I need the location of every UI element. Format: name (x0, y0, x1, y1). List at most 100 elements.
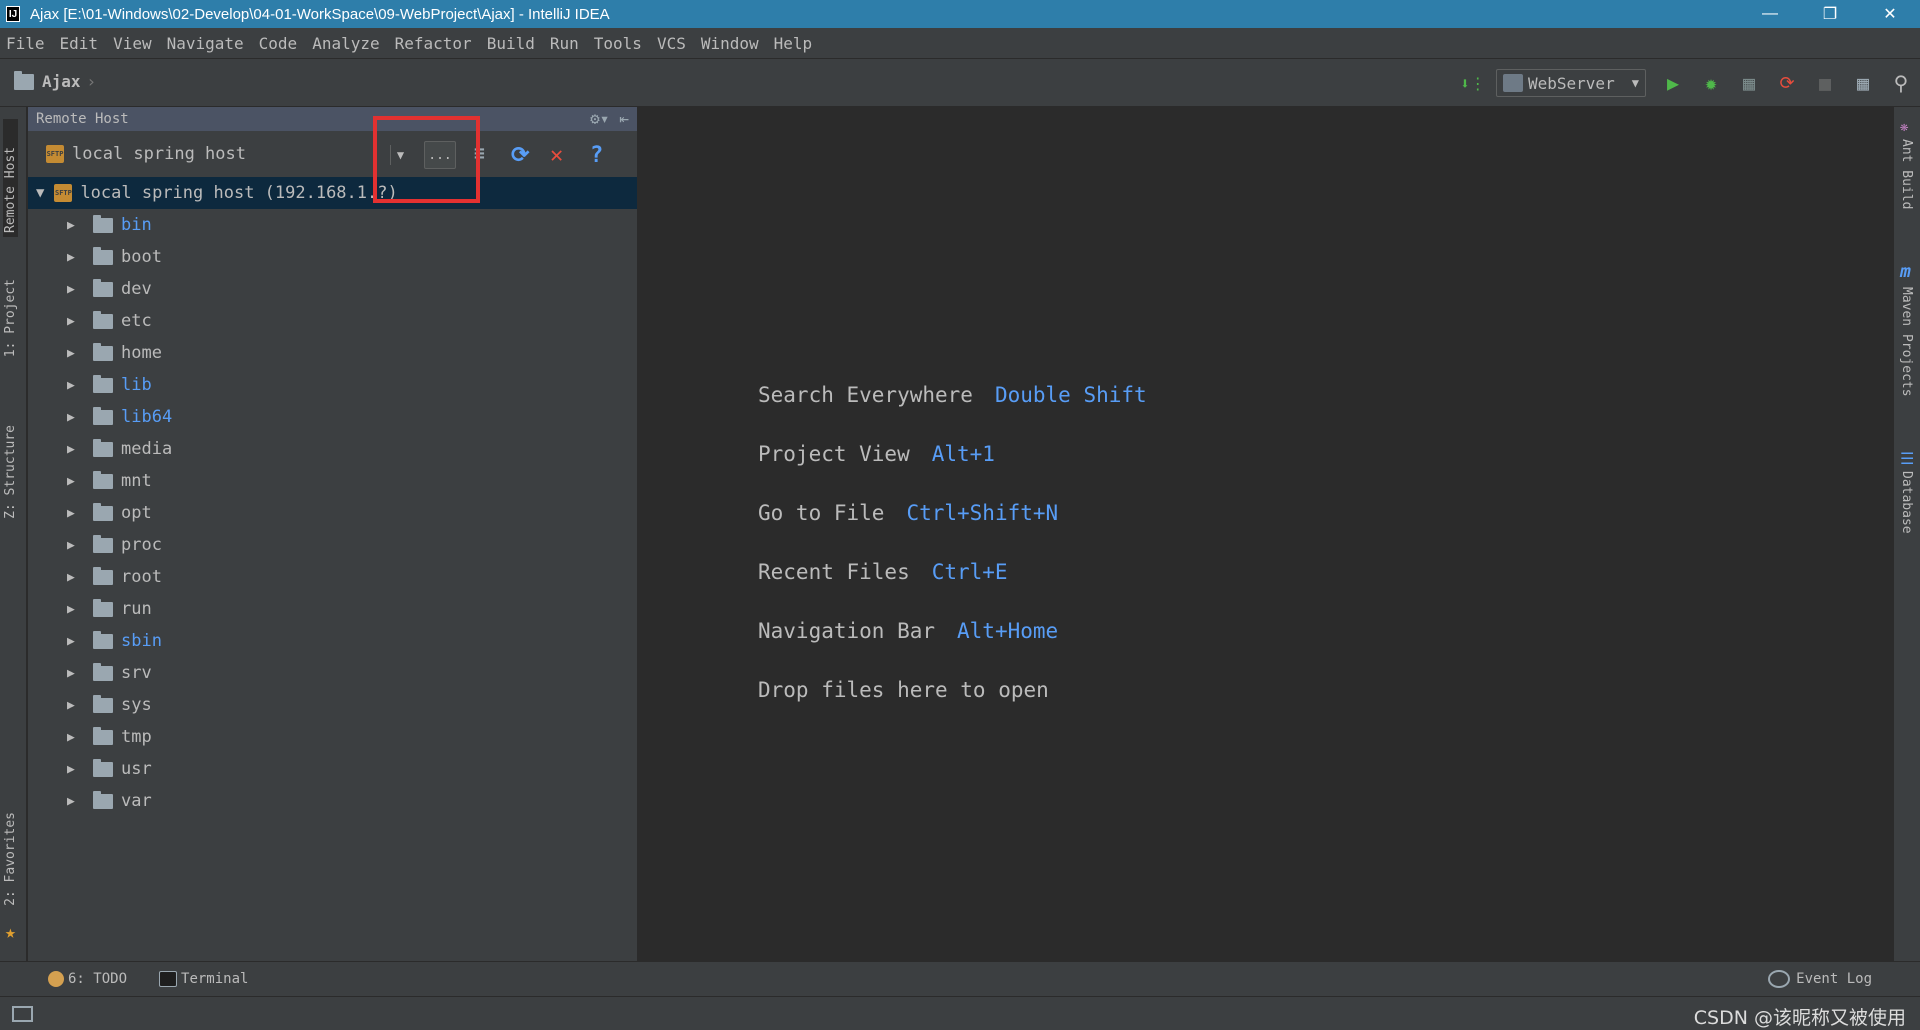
coverage-icon[interactable]: ▦ (1736, 70, 1762, 96)
tree-item-srv[interactable]: ▶ srv (28, 657, 637, 689)
debug-icon[interactable]: ✹ (1698, 70, 1724, 96)
hint-navigation-bar: Navigation Bar Alt+Home (758, 619, 1059, 643)
tree-item-lib64[interactable]: ▶ lib64 (28, 401, 637, 433)
restore-button[interactable]: ❐ (1800, 0, 1860, 28)
collapsed-arrow-icon[interactable]: ▶ (67, 442, 93, 457)
host-select[interactable]: local spring host (72, 144, 246, 164)
tool-windows-toggle-icon[interactable] (12, 1006, 33, 1022)
collapsed-arrow-icon[interactable]: ▶ (67, 250, 93, 265)
menu-analyze[interactable]: Analyze (312, 34, 379, 53)
tree-item-sys[interactable]: ▶ sys (28, 689, 637, 721)
breadcrumb-separator-icon: › (86, 72, 97, 91)
stop-icon[interactable]: ■ (1812, 70, 1838, 96)
build-project-icon[interactable]: ⬇⋮ (1460, 70, 1486, 96)
event-log-tab[interactable]: Event Log (1768, 970, 1872, 988)
menu-run[interactable]: Run (550, 34, 579, 53)
chevron-down-icon[interactable]: ▼ (390, 145, 410, 165)
tree-item-var[interactable]: ▶ var (28, 785, 637, 817)
collapsed-arrow-icon[interactable]: ▶ (67, 378, 93, 393)
tree-item-bin[interactable]: ▶ bin (28, 209, 637, 241)
collapsed-arrow-icon[interactable]: ▶ (67, 346, 93, 361)
tree-item-boot[interactable]: ▶ boot (28, 241, 637, 273)
tree-root[interactable]: ▼ SFTP local spring host (192.168.1.?) (28, 177, 637, 209)
tree-item-opt[interactable]: ▶ opt (28, 497, 637, 529)
project-structure-icon[interactable]: ▦ (1850, 70, 1876, 96)
tab-project[interactable]: 1: Project (3, 279, 18, 357)
collapsed-arrow-icon[interactable]: ▶ (67, 762, 93, 777)
breadcrumb[interactable]: Ajax › (14, 70, 97, 91)
menu-build[interactable]: Build (487, 34, 535, 53)
tree-item-dev[interactable]: ▶ dev (28, 273, 637, 305)
tab-remote-host-label: Remote Host (3, 146, 18, 233)
menu-help[interactable]: Help (774, 34, 813, 53)
tab-ant-build[interactable]: Ant Build (1899, 139, 1914, 209)
collapsed-arrow-icon[interactable]: ▶ (67, 506, 93, 521)
collapsed-arrow-icon[interactable]: ▶ (67, 314, 93, 329)
tree-item-usr[interactable]: ▶ usr (28, 753, 637, 785)
chevron-down-icon: ▼ (1631, 76, 1639, 90)
attach-debugger-icon[interactable]: ⟳ (1774, 70, 1800, 96)
browse-servers-button[interactable]: ... (424, 141, 456, 169)
menu-tools[interactable]: Tools (594, 34, 642, 53)
tree-item-lib[interactable]: ▶ lib (28, 369, 637, 401)
tree-item-etc[interactable]: ▶ etc (28, 305, 637, 337)
menu-edit[interactable]: Edit (60, 34, 99, 53)
collapsed-arrow-icon[interactable]: ▶ (67, 698, 93, 713)
tab-maven-projects[interactable]: Maven Projects (1899, 287, 1914, 397)
terminal-icon (159, 971, 178, 987)
menu-code[interactable]: Code (259, 34, 298, 53)
tab-favorites[interactable]: 2: Favorites (3, 812, 18, 906)
collapsed-arrow-icon[interactable]: ▶ (67, 474, 93, 489)
tree-item-root[interactable]: ▶ root (28, 561, 637, 593)
hide-panel-icon[interactable]: ⇤ (619, 109, 629, 128)
run-icon[interactable]: ▶ (1660, 70, 1686, 96)
collapsed-arrow-icon[interactable]: ▶ (67, 538, 93, 553)
sftp-icon: SFTP (46, 145, 64, 163)
tree-item-proc[interactable]: ▶ proc (28, 529, 637, 561)
collapsed-arrow-icon[interactable]: ▶ (67, 666, 93, 681)
menu-vcs[interactable]: VCS (657, 34, 686, 53)
tree-item-mnt[interactable]: ▶ mnt (28, 465, 637, 497)
tab-remote-host[interactable]: Remote Host (3, 119, 18, 237)
close-icon[interactable]: ✕ (550, 143, 563, 168)
search-icon[interactable]: ⚲ (1888, 70, 1914, 96)
folder-icon (93, 246, 113, 265)
tree-item-tmp[interactable]: ▶ tmp (28, 721, 637, 753)
close-window-button[interactable]: ✕ (1860, 0, 1920, 28)
gear-icon[interactable]: ⚙▾ (590, 109, 609, 128)
folder-icon (93, 790, 113, 809)
refresh-icon[interactable]: ⟳ (511, 143, 529, 168)
menu-refactor[interactable]: Refactor (395, 34, 472, 53)
menu-window[interactable]: Window (701, 34, 759, 53)
collapsed-arrow-icon[interactable]: ▶ (67, 634, 93, 649)
minimize-button[interactable]: — (1740, 0, 1800, 28)
tab-database[interactable]: Database (1899, 471, 1914, 534)
window-title: Ajax [E:\01-Windows\02-Develop\04-01-Wor… (30, 5, 610, 23)
collapsed-arrow-icon[interactable]: ▶ (67, 794, 93, 809)
menu-file[interactable]: File (6, 34, 45, 53)
terminal-tab[interactable]: Terminal (159, 971, 248, 987)
run-config-select[interactable]: WebServer ▼ (1496, 69, 1646, 97)
collapse-all-icon[interactable]: ≡ (474, 143, 485, 164)
tree-item-sbin[interactable]: ▶ sbin (28, 625, 637, 657)
tab-structure[interactable]: Z: Structure (3, 425, 18, 519)
tree-item-run[interactable]: ▶ run (28, 593, 637, 625)
collapsed-arrow-icon[interactable]: ▶ (67, 730, 93, 745)
collapsed-arrow-icon[interactable]: ▶ (67, 570, 93, 585)
collapsed-arrow-icon[interactable]: ▶ (67, 410, 93, 425)
collapsed-arrow-icon[interactable]: ▶ (67, 602, 93, 617)
tree-item-home[interactable]: ▶ home (28, 337, 637, 369)
help-icon[interactable]: ? (590, 143, 603, 168)
menu-view[interactable]: View (113, 34, 152, 53)
tree-item-media[interactable]: ▶ media (28, 433, 637, 465)
hint-project-view: Project View Alt+1 (758, 442, 995, 466)
todo-tab[interactable]: 6: TODO (48, 971, 127, 987)
expanded-arrow-icon[interactable]: ▼ (36, 185, 44, 201)
collapsed-arrow-icon[interactable]: ▶ (67, 218, 93, 233)
todo-label: 6: TODO (68, 971, 128, 987)
folder-label: tmp (121, 727, 152, 747)
collapsed-arrow-icon[interactable]: ▶ (67, 282, 93, 297)
menu-navigate[interactable]: Navigate (167, 34, 244, 53)
hint-go-to-file: Go to File Ctrl+Shift+N (758, 501, 1059, 525)
breadcrumb-project[interactable]: Ajax (42, 72, 81, 91)
